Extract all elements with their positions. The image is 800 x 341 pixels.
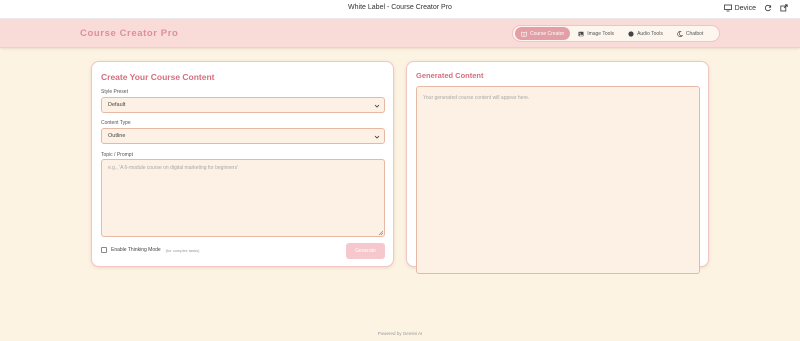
thinking-mode-label: Enable Thinking Mode [111, 247, 161, 253]
tab-image-tools[interactable]: Image Tools [572, 27, 620, 40]
panel-title: Generated Content [416, 71, 484, 80]
panel-title: Create Your Course Content [101, 72, 215, 82]
thinking-mode-row: Enable Thinking Mode (for complex tasks) [101, 247, 199, 253]
window-controls: Device [723, 4, 788, 12]
chevron-down-icon [374, 134, 380, 140]
audio-icon [628, 30, 634, 37]
style-preset-value: Default [108, 102, 126, 108]
resize-handle-icon[interactable] [378, 230, 384, 236]
content-type-value: Outline [108, 133, 126, 139]
window-title: White Label - Course Creator Pro [348, 4, 452, 11]
tab-label: Image Tools [587, 30, 615, 37]
generated-content-panel: Generated Content Your generated course … [406, 61, 709, 274]
tab-audio-tools[interactable]: Audio Tools [622, 27, 669, 40]
topic-textarea[interactable]: e.g., 'A 6-module course on digital mark… [101, 159, 385, 237]
tab-label: Chatbot [685, 30, 704, 37]
moon-icon [677, 30, 683, 37]
chevron-down-icon [374, 103, 380, 109]
monitor-icon [723, 4, 732, 12]
generate-button[interactable]: Generate [346, 243, 385, 259]
window-titlebar: White Label - Course Creator Pro Device [0, 0, 800, 19]
book-icon [521, 31, 527, 37]
tab-label: Audio Tools [637, 30, 663, 37]
tab-chatbot[interactable]: Chatbot [671, 27, 710, 40]
brand-title: Course Creator Pro [80, 28, 179, 39]
image-icon [578, 31, 584, 37]
style-preset-label: Style Preset [101, 89, 128, 95]
refresh-icon[interactable] [764, 4, 772, 12]
thinking-mode-hint: (for complex tasks) [165, 247, 200, 253]
tab-label: Course Creator [530, 30, 565, 37]
external-link-icon[interactable] [780, 4, 788, 12]
content-type-select[interactable]: Outline [101, 128, 385, 144]
app-header: Course Creator Pro Course Creator Image … [0, 19, 800, 48]
topic-placeholder: e.g., 'A 6-module course on digital mark… [108, 165, 239, 171]
content-type-label: Content Type [101, 120, 131, 126]
device-label: Device [734, 4, 756, 12]
create-content-panel: Create Your Course Content Style Preset … [91, 61, 394, 267]
output-placeholder: Your generated course content will appea… [423, 95, 530, 101]
generated-content-output[interactable]: Your generated course content will appea… [416, 86, 700, 274]
footer-text: Powered by Gemini AI [377, 331, 423, 336]
thinking-mode-checkbox[interactable] [101, 247, 107, 253]
device-button[interactable]: Device [723, 4, 756, 12]
topic-label: Topic / Prompt [101, 152, 133, 158]
main-nav: Course Creator Image Tools Audio Tools C… [512, 25, 720, 42]
style-preset-select[interactable]: Default [101, 97, 385, 113]
tab-course-creator[interactable]: Course Creator [515, 27, 571, 40]
